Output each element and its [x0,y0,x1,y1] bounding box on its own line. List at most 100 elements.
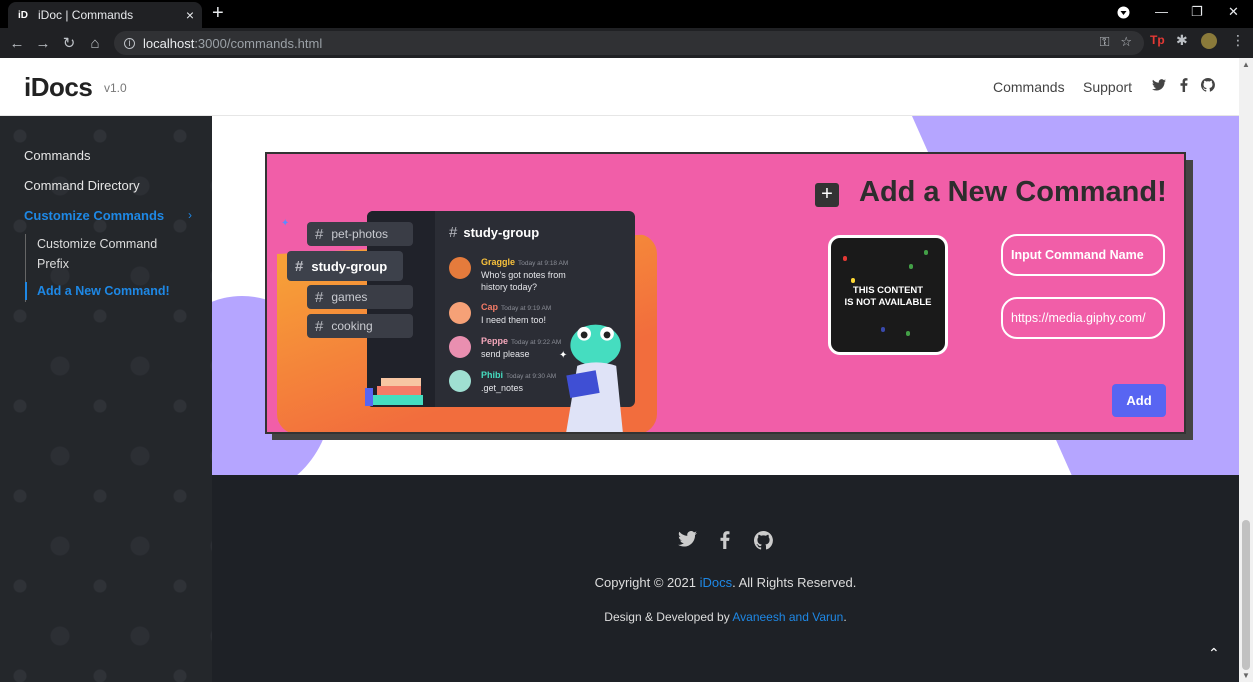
message-time: Today at 9:30 AM [506,373,557,380]
author-name: Peppe [481,336,509,346]
copyright-prefix: Copyright © 2021 [594,575,700,590]
twitter-icon[interactable] [678,531,697,552]
frog-mascot-illustration [566,324,623,432]
url-field[interactable]: i localhost:3000/commands.html ⚿ ☆ [114,31,1144,55]
confetti-dot [924,250,928,255]
profile-icon[interactable] [1117,6,1130,22]
reload-icon[interactable]: ↻ [56,34,82,52]
command-name-input[interactable] [1001,234,1165,276]
idocs-link[interactable]: iDocs [700,575,733,590]
page-scrollbar[interactable]: ▲ ▼ [1239,58,1253,682]
message-time: Today at 9:19 AM [501,305,552,312]
channel-label: cooking [331,319,373,333]
sidebar-subitem-add-command[interactable]: Add a New Command! [37,281,170,301]
sidebar-item-command-directory[interactable]: Command Directory [24,178,140,193]
confetti-dot [906,331,910,336]
sparkle-icon: ✦ [559,350,568,361]
tab-title: iDoc | Commands [38,8,134,22]
author-name: Cap [481,302,499,312]
sidebar-subitem-customize-prefix[interactable]: Customize Command Prefix [37,234,157,274]
browser-tabbar: iD iDoc | Commands × + — ❐ ✕ [0,0,1253,28]
channel-study-group: # study-group [287,251,403,281]
url-path: :3000/commands.html [194,35,323,51]
books-illustration [365,378,423,406]
author-name: Graggle [481,257,516,267]
channel-label: study-group [311,258,388,274]
channel-cooking: # cooking [307,314,413,338]
confetti-dot [843,256,847,261]
sidebar-item-customize-commands[interactable]: Customize Commands [24,208,164,223]
forward-icon[interactable]: → [30,35,56,52]
message-author: Phibi Today at 9:30 AM [481,370,556,380]
nav-support[interactable]: Support [1083,79,1132,95]
add-button[interactable]: Add [1112,384,1166,417]
avatar[interactable] [1201,33,1217,52]
message-time: Today at 9:22 AM [511,339,562,346]
avatar [449,370,471,392]
scrollbar-thumb[interactable] [1242,520,1250,670]
facebook-icon[interactable] [720,531,730,554]
sidebar-subitem-label-1: Customize Command [37,237,158,251]
version-label: v1.0 [104,81,127,95]
sidebar-item-commands[interactable]: Commands [24,148,90,163]
scroll-down-icon[interactable]: ▼ [1242,671,1250,680]
back-to-top-button[interactable]: ⌃ [1208,645,1220,662]
chevron-right-icon: › [188,208,192,222]
url-host: localhost [143,35,195,51]
channel-label: pet-photos [331,227,389,241]
confetti-dot [851,278,855,283]
avatar [449,336,471,358]
home-icon[interactable]: ⌂ [82,35,108,52]
menu-icon[interactable]: ⋮ [1231,32,1245,49]
copyright-text: Copyright © 2021 iDocs. All Rights Reser… [212,575,1239,590]
extension-tp-icon[interactable]: Tp [1150,33,1165,47]
nav-commands[interactable]: Commands [993,79,1065,95]
gif-preview: THIS CONTENT IS NOT AVAILABLE [828,235,948,355]
bookmark-star-icon[interactable]: ⚿ ☆ [1100,34,1132,50]
credits-suffix: . [843,610,847,624]
sparkle-icon: ✦ [281,218,290,229]
site-header: iDocs v1.0 Commands Support [0,58,1239,116]
sidebar: Commands Command Directory Customize Com… [0,116,212,682]
back-icon[interactable]: ← [4,35,30,52]
sidebar-subitem-label-2: Prefix [37,257,69,271]
chat-title: # study-group [449,224,540,241]
new-tab-button[interactable]: + [212,3,224,23]
message-author: Peppe Today at 9:22 AM [481,336,561,346]
gif-text-line: THIS CONTENT [852,285,924,296]
scroll-up-icon[interactable]: ▲ [1242,60,1250,69]
info-icon[interactable]: i [124,37,135,49]
gif-url-input[interactable] [1001,297,1165,339]
confetti-dot [909,264,913,269]
tab-close-icon[interactable]: × [186,7,194,23]
authors-link[interactable]: Avaneesh and Varun [732,610,843,624]
gif-unavailable-text: THIS CONTENT IS NOT AVAILABLE [831,285,945,309]
github-icon[interactable] [753,531,773,555]
author-name: Phibi [481,370,503,380]
avatar [449,302,471,324]
extensions-puzzle-icon[interactable]: ✱ [1176,32,1188,49]
close-window-icon[interactable]: ✕ [1228,4,1239,20]
gif-text-line: IS NOT AVAILABLE [844,297,932,308]
twitter-icon[interactable] [1152,78,1166,94]
maximize-icon[interactable]: ❐ [1191,4,1203,20]
message-text: Who's got notes from history today? [481,270,566,292]
sidebar-active-indicator [25,282,27,300]
channel-pet-photos: # pet-photos [307,222,413,246]
brand-logo[interactable]: iDocs [24,72,93,103]
credits-prefix: Design & Developed by [604,610,733,624]
avatar [449,257,471,279]
add-command-card: # pet-photos # study-group # games # cooking… [265,152,1186,434]
minimize-icon[interactable]: — [1155,4,1168,19]
site-footer: Copyright © 2021 iDocs. All Rights Reser… [212,475,1239,682]
facebook-icon[interactable] [1180,78,1188,95]
browser-tab[interactable]: iD iDoc | Commands × [8,2,202,28]
chat-title-label: study-group [463,225,540,240]
plus-icon: + [815,183,839,207]
address-bar: ← → ↻ ⌂ i localhost:3000/commands.html ⚿… [0,28,1253,58]
confetti-dot [881,327,885,332]
favicon-icon: iD [18,9,28,21]
message-time: Today at 9:18 AM [518,260,569,267]
channel-label: games [331,290,368,304]
github-icon[interactable] [1200,78,1215,95]
